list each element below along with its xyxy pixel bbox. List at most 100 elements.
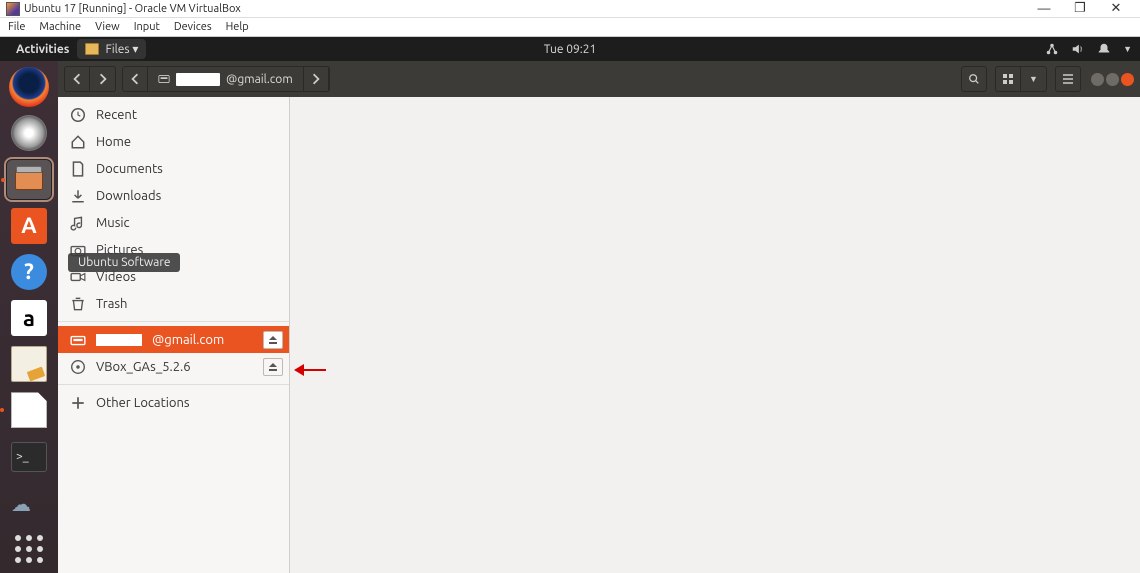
sidebar-mount-gdrive[interactable]: @gmail.com (58, 326, 289, 353)
host-menu-machine[interactable]: Machine (39, 21, 81, 33)
host-close-button[interactable]: ✕ (1098, 1, 1134, 16)
window-maximize-button[interactable] (1106, 73, 1119, 86)
host-window-title: Ubuntu 17 [Running] - Oracle VM VirtualB… (24, 3, 241, 15)
clock[interactable]: Tue 09:21 (544, 43, 597, 56)
host-titlebar: Ubuntu 17 [Running] - Oracle VM VirtualB… (0, 0, 1140, 18)
eject-button[interactable] (263, 331, 283, 349)
path-segment-drive[interactable]: @gmail.com (148, 67, 304, 91)
sidebar-item-music[interactable]: Music (58, 209, 289, 236)
disc-icon (70, 359, 86, 375)
folder-icon (85, 43, 99, 55)
network-icon[interactable] (1045, 42, 1059, 56)
dock-help[interactable]: ? (6, 252, 52, 292)
vm-screen: Activities Files ▾ Tue 09:21 ▼ A ? a >_ … (0, 37, 1140, 573)
dock-text-editor[interactable] (6, 344, 52, 384)
eject-button[interactable] (263, 358, 283, 376)
terminal-icon: >_ (11, 442, 47, 472)
download-icon (70, 188, 86, 204)
sidebar-item-home[interactable]: Home (58, 128, 289, 155)
home-icon (70, 134, 86, 150)
help-icon: ? (11, 254, 47, 290)
host-menubar: File Machine View Input Devices Help (0, 18, 1140, 37)
files-content-area[interactable] (290, 97, 1140, 573)
sidebar-mount-vbox[interactable]: VBox_GAs_5.2.6 (58, 353, 289, 380)
hamburger-menu-button[interactable] (1055, 66, 1081, 92)
app-menu-label: Files ▾ (105, 42, 138, 56)
document-icon (70, 161, 86, 177)
path-next-button[interactable] (304, 67, 329, 91)
sidebar-item-recent[interactable]: Recent (58, 101, 289, 128)
app-menu-button[interactable]: Files ▾ (77, 39, 146, 59)
path-root-button[interactable] (123, 67, 148, 91)
files-toolbar: @gmail.com ▼ (58, 61, 1140, 97)
sidebar-item-label: Other Locations (96, 396, 190, 410)
host-maximize-button[interactable]: ❐ (1062, 1, 1098, 16)
sidebar-item-downloads[interactable]: Downloads (58, 182, 289, 209)
amazon-icon: a (11, 300, 47, 336)
dock-amazon[interactable]: a (6, 298, 52, 338)
path-redacted (176, 73, 220, 86)
ubuntu-dock: A ? a >_ ☁ (0, 61, 58, 573)
sidebar-separator (58, 384, 289, 385)
software-icon: A (11, 208, 47, 244)
drive-icon (158, 73, 170, 85)
view-grid-button[interactable] (995, 66, 1021, 92)
sidebar-item-label: Downloads (96, 189, 161, 203)
dock-ubuntu-software[interactable]: A (6, 206, 52, 246)
dock-firefox[interactable] (6, 67, 52, 107)
music-icon (70, 215, 86, 231)
dock-files[interactable] (6, 159, 52, 199)
firefox-icon (9, 67, 49, 107)
host-menu-help[interactable]: Help (226, 21, 249, 33)
files-icon (15, 170, 43, 190)
dock-weather[interactable]: ☁ (6, 483, 52, 523)
files-window: @gmail.com ▼ Recent Home Documents (58, 61, 1140, 573)
system-menu-caret[interactable]: ▼ (1123, 44, 1132, 54)
drive-icon (70, 332, 86, 348)
host-menu-file[interactable]: File (8, 21, 25, 33)
sidebar-item-label: Documents (96, 162, 163, 176)
path-suffix: @gmail.com (226, 73, 293, 86)
dock-libreoffice[interactable] (6, 390, 52, 430)
window-minimize-button[interactable] (1091, 73, 1104, 86)
sidebar-separator (58, 321, 289, 322)
nav-forward-button[interactable] (90, 66, 116, 92)
host-menu-devices[interactable]: Devices (174, 21, 212, 33)
sidebar-mount-label: @gmail.com (152, 333, 224, 347)
nav-back-button[interactable] (64, 66, 90, 92)
host-menu-view[interactable]: View (95, 21, 120, 33)
host-minimize-button[interactable]: — (1026, 2, 1062, 16)
mount-redacted (96, 334, 142, 346)
gnome-topbar: Activities Files ▾ Tue 09:21 ▼ (0, 37, 1140, 61)
trash-icon (70, 296, 86, 312)
apps-grid-icon (11, 531, 47, 567)
sidebar-item-other-locations[interactable]: Other Locations (58, 389, 289, 416)
dock-tooltip: Ubuntu Software (68, 253, 180, 272)
activities-button[interactable]: Activities (8, 43, 77, 56)
view-options-button[interactable]: ▼ (1021, 66, 1047, 92)
sidebar-item-label: Home (96, 135, 131, 149)
sidebar-item-label: Trash (96, 297, 127, 311)
plus-icon (70, 395, 86, 411)
sidebar-item-label: Recent (96, 108, 137, 122)
files-sidebar: Recent Home Documents Downloads Music Pi… (58, 97, 290, 573)
clock-icon (70, 107, 86, 123)
search-button[interactable] (961, 66, 987, 92)
path-bar: @gmail.com (122, 66, 330, 92)
window-close-button[interactable] (1121, 73, 1134, 86)
sidebar-mount-label: VBox_GAs_5.2.6 (96, 360, 191, 374)
sidebar-item-documents[interactable]: Documents (58, 155, 289, 182)
dock-show-applications[interactable] (6, 529, 52, 569)
libreoffice-icon (11, 392, 47, 428)
sidebar-item-trash[interactable]: Trash (58, 290, 289, 317)
annotation-arrow (294, 364, 326, 376)
notifications-icon[interactable] (1097, 42, 1111, 56)
cloud-icon: ☁ (11, 492, 47, 514)
host-menu-input[interactable]: Input (134, 21, 160, 33)
virtualbox-icon (6, 2, 20, 16)
dock-terminal[interactable]: >_ (6, 437, 52, 477)
sidebar-item-label: Music (96, 216, 130, 230)
text-editor-icon (11, 346, 47, 382)
volume-icon[interactable] (1071, 42, 1085, 56)
dock-rhythmbox[interactable] (6, 113, 52, 153)
